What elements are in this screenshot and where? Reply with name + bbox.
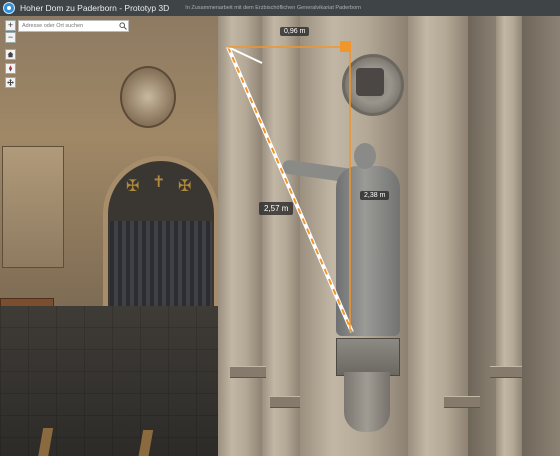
search-icon[interactable] <box>118 21 128 31</box>
zoom-out-button[interactable]: − <box>5 32 16 43</box>
navigation-mode-icon <box>7 79 14 86</box>
minus-icon: − <box>7 32 14 42</box>
vertical-distance-label: 2,38 m <box>360 191 390 200</box>
app-header: Hoher Dom zu Paderborn - Prototyp 3D In … <box>0 0 560 16</box>
horizontal-distance-label: 0,96 m <box>280 27 310 36</box>
plus-icon: + <box>7 20 14 30</box>
measure-endpoint-marker[interactable] <box>340 41 351 52</box>
measurement-overlay <box>226 41 354 333</box>
search-input[interactable] <box>19 21 119 31</box>
compass-icon <box>9 65 12 72</box>
app-logo-icon <box>3 2 15 14</box>
navigation-mode-button[interactable] <box>5 77 16 88</box>
zoom-in-button[interactable]: + <box>5 20 16 31</box>
app-title: Hoher Dom zu Paderborn - Prototyp 3D <box>20 3 170 13</box>
direct-measure-dash <box>227 46 353 333</box>
direct-distance-label: 2,57 m <box>259 202 294 215</box>
home-icon <box>7 51 14 58</box>
compass-button[interactable] <box>5 63 16 74</box>
app-subtitle: In Zusammenarbeit mit dem Erzbischöflich… <box>185 5 362 11</box>
home-button[interactable] <box>5 49 16 60</box>
search-box <box>18 20 129 32</box>
